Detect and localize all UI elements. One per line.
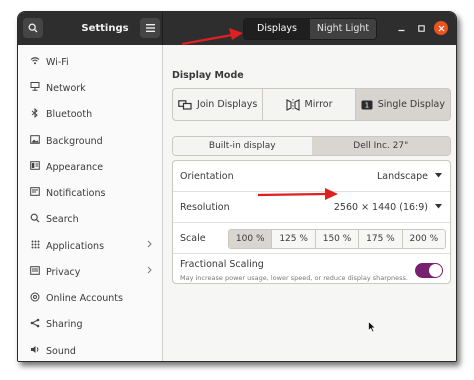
red-arrow-to-displays-tab bbox=[181, 28, 243, 46]
red-arrow-to-resolution bbox=[257, 188, 338, 200]
annotation-arrows bbox=[181, 28, 338, 200]
